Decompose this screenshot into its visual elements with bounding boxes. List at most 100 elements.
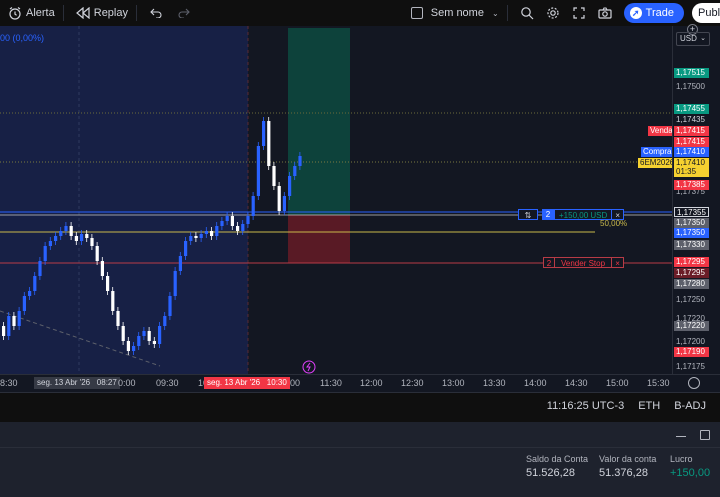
time-label: 13:30 — [483, 378, 506, 388]
candle — [137, 336, 141, 346]
publish-label: Publi — [698, 7, 720, 19]
stop-label: Vender Stop — [555, 257, 613, 268]
layout-name-button[interactable]: Sem nome ⌄ — [410, 0, 499, 26]
candle — [241, 224, 245, 231]
rewind-icon — [72, 2, 94, 24]
price-chart[interactable] — [0, 26, 672, 374]
time-axis[interactable]: 8:30 seg. 13 Abr '26 08:27 0:00 09:30 10… — [0, 374, 720, 392]
candle — [106, 276, 110, 291]
camera-icon[interactable] — [594, 2, 616, 24]
replay-label: Replay — [93, 7, 128, 19]
candle — [85, 234, 89, 238]
stop-close-button[interactable]: × — [612, 257, 625, 268]
candle — [184, 241, 188, 256]
top-toolbar: Alerta Replay Sem nome ⌄ ➚ Trade Publi — [0, 0, 720, 26]
session-background — [0, 26, 248, 374]
countdown-tag: 01:35 — [674, 167, 709, 177]
price-tag-buy: 1,17410 — [674, 147, 709, 157]
candle — [69, 226, 73, 236]
alarm-clock-icon — [4, 2, 26, 24]
adjustment-toggle[interactable]: B-ADJ — [674, 400, 706, 412]
price-tick: 1,17250 — [676, 295, 705, 304]
session-toggle[interactable]: ETH — [638, 400, 660, 412]
candle — [48, 241, 52, 246]
reverse-icon[interactable]: ⇅ — [518, 209, 538, 220]
alert-label: Alerta — [26, 7, 55, 19]
stop-order-box[interactable]: 2 Vender Stop × — [543, 257, 625, 268]
price-tag: 1,17220 — [674, 321, 709, 331]
price-tag: 1,17350 — [674, 218, 709, 228]
replay-button[interactable]: Replay — [72, 0, 128, 26]
candle — [100, 261, 104, 276]
equity-label: Valor da conta — [599, 454, 657, 464]
time-label: 09:30 — [156, 378, 179, 388]
candle — [267, 121, 271, 166]
candle — [132, 346, 136, 351]
currency-label: USD — [680, 34, 697, 43]
sell-label[interactable]: Venda — [648, 126, 672, 136]
candle — [210, 231, 214, 236]
price-tag: 1,17415 — [674, 137, 709, 147]
layout-name: Sem nome — [430, 7, 484, 19]
minimize-icon[interactable] — [676, 436, 686, 437]
change-readout: 00 (0,00%) — [0, 33, 45, 43]
candle — [152, 341, 156, 344]
candle — [38, 261, 42, 276]
arrow-up-icon: ➚ — [629, 7, 642, 19]
chevron-down-icon: ⌄ — [491, 8, 499, 18]
candle — [111, 291, 115, 311]
candle — [7, 316, 11, 336]
candle — [121, 326, 125, 341]
candle — [12, 316, 16, 326]
profit-label: Lucro — [670, 454, 693, 464]
candle — [230, 216, 234, 226]
divider — [506, 5, 508, 21]
buy-label[interactable]: Compra — [641, 147, 672, 157]
price-tick: 1,17175 — [676, 362, 705, 371]
trade-button[interactable]: ➚ Trade — [623, 3, 684, 23]
time-label: 12:00 — [360, 378, 383, 388]
crosshair-time-label: seg. 13 Abr '26 08:27 — [34, 377, 120, 389]
candle — [282, 196, 286, 211]
redo-icon[interactable] — [173, 2, 195, 24]
stop-qty: 2 — [543, 257, 555, 268]
fullscreen-icon[interactable] — [568, 2, 590, 24]
candle — [74, 236, 78, 241]
time-label: 11:30 — [320, 378, 342, 388]
undo-icon[interactable] — [145, 2, 167, 24]
quick-search-icon[interactable] — [516, 2, 538, 24]
price-tag-sell: 1,17415 — [674, 126, 709, 136]
candle — [225, 216, 229, 221]
take-profit-zone[interactable] — [288, 28, 350, 215]
alert-button[interactable]: Alerta — [4, 0, 55, 26]
price-tag: 1,17515 — [674, 68, 709, 78]
candle — [256, 146, 260, 196]
price-tag: 1,17385 — [674, 180, 709, 190]
clock[interactable]: 11:16:25 UTC-3 — [547, 400, 624, 412]
chevron-down-icon: ⌄ — [700, 35, 706, 42]
stop-loss-zone[interactable] — [288, 215, 350, 263]
gear-icon[interactable] — [688, 377, 700, 389]
gear-icon[interactable] — [542, 2, 564, 24]
candle — [194, 236, 198, 238]
panel-header — [0, 422, 720, 448]
currency-select[interactable]: USD ⌄ — [676, 32, 710, 46]
equity-value: 51.376,28 — [599, 467, 648, 479]
candle — [54, 236, 58, 241]
account-balance: Saldo da Conta 51.526,28 — [526, 454, 588, 479]
candle — [90, 238, 94, 246]
candle — [173, 271, 177, 296]
time-label: 13:00 — [442, 378, 465, 388]
candle — [298, 156, 302, 166]
maximize-icon[interactable] — [700, 429, 710, 440]
chart-pane[interactable]: 00 (0,00%) ⇅ 2 +150,00 USD × 50,00% 2 Ve… — [0, 26, 672, 374]
price-tag: 1,17190 — [674, 347, 709, 357]
candle — [158, 326, 162, 344]
candle — [2, 326, 6, 336]
publish-button[interactable]: Publi — [692, 3, 720, 23]
candle — [220, 221, 224, 226]
stop-price-tag: 1,17295 — [674, 257, 709, 267]
candle — [178, 256, 182, 271]
candle — [17, 311, 21, 326]
candle — [22, 296, 26, 311]
